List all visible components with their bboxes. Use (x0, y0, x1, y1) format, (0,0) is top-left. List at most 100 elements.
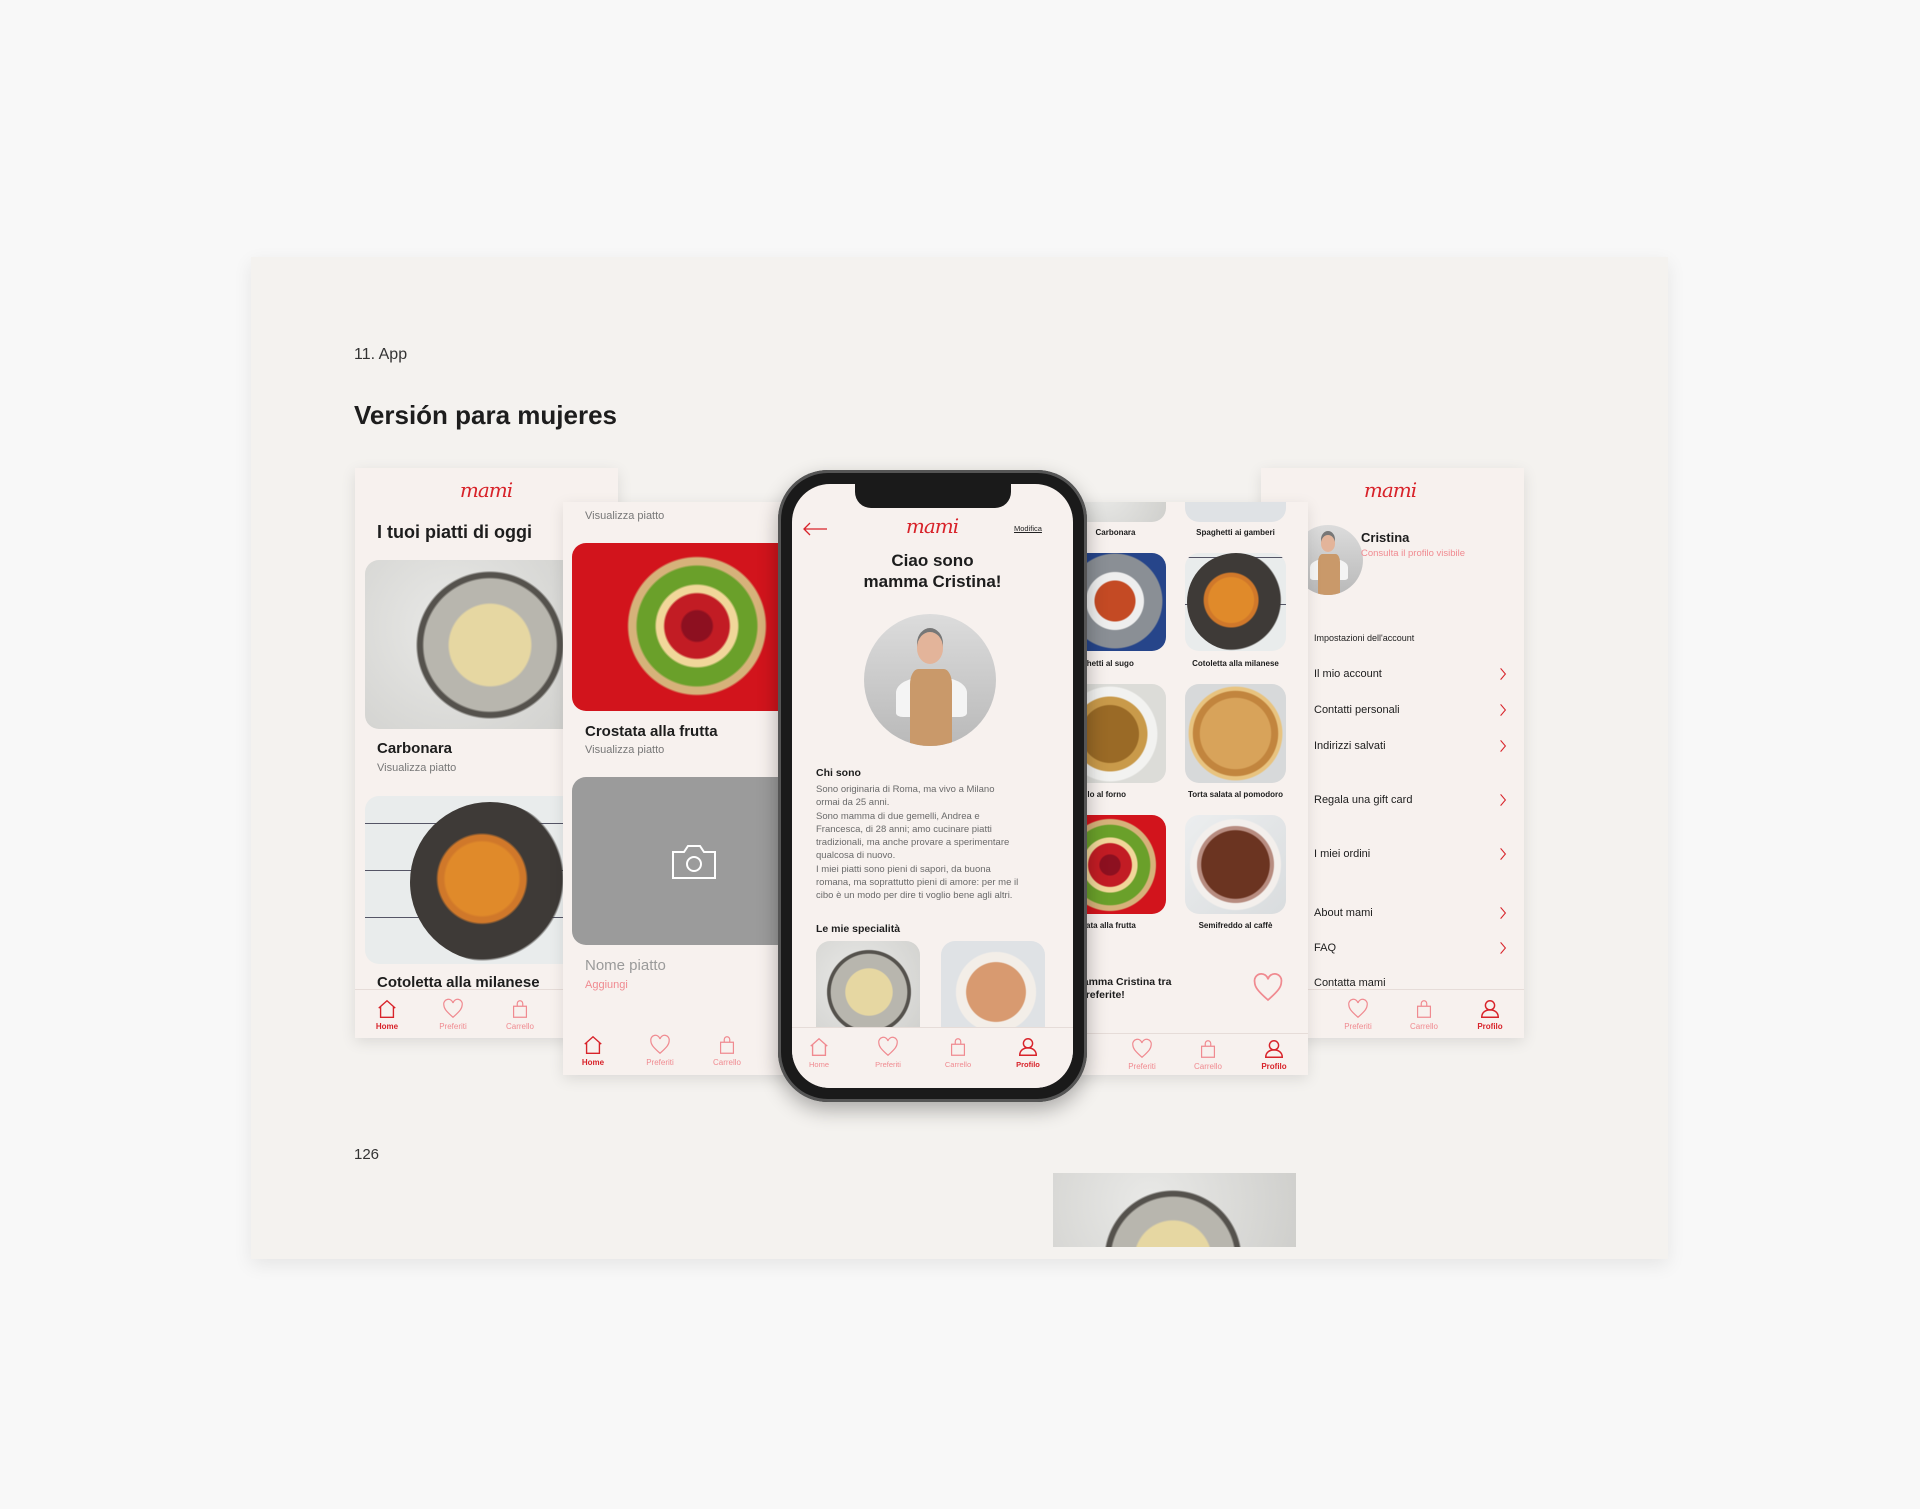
nav-label: Preferiti (1128, 1062, 1156, 1071)
chevron-right-icon[interactable] (1499, 906, 1507, 920)
nav-label: Carrello (505, 1022, 534, 1031)
bag-icon (1197, 1038, 1219, 1060)
dish-label[interactable]: Spaghetti ai gamberi (1175, 528, 1296, 537)
dish-label[interactable]: Semifreddo al caffè (1175, 921, 1296, 930)
nav-favorites[interactable]: Preferiti (858, 1036, 918, 1069)
nav-profile[interactable]: Profilo (1244, 1038, 1304, 1071)
greeting-line: mamma Cristina! (863, 572, 1002, 591)
dish-label[interactable]: Torta salata al pomodoro (1175, 790, 1296, 799)
nav-cart[interactable]: Carrello (1178, 1038, 1238, 1071)
nav-cart[interactable]: Carrello (490, 998, 550, 1031)
menu-about[interactable]: About mami (1314, 907, 1373, 919)
nav-cart[interactable]: Carrello (697, 1034, 757, 1067)
chevron-right-icon[interactable] (1499, 793, 1507, 807)
dish-label[interactable]: Cotoletta alla milanese (1175, 659, 1296, 668)
view-dish-link[interactable]: Visualizza piatto (377, 762, 456, 774)
nav-label: Carrello (944, 1060, 972, 1069)
bag-icon (716, 1034, 738, 1056)
nav-label: Home (808, 1060, 829, 1069)
view-dish-link[interactable]: Visualizza piatto (585, 744, 664, 756)
user-icon (1479, 998, 1501, 1020)
about-text: Sono originaria di Roma, ma vivo a Milan… (816, 784, 1019, 902)
camera-icon (672, 845, 716, 879)
bottom-nav: Preferiti Carrello Profilo (1065, 1033, 1308, 1075)
bag-icon (509, 998, 531, 1020)
specialty-image-gamberi[interactable] (941, 941, 1045, 1041)
nav-label: Carrello (1409, 1022, 1438, 1031)
nav-cart[interactable]: Carrello (1394, 998, 1454, 1031)
nav-favorites[interactable]: Preferiti (630, 1034, 690, 1067)
view-dish-link[interactable]: Visualizza piatto (585, 510, 664, 522)
dish-name[interactable]: Crostata alla frutta (585, 723, 718, 740)
nav-label: Preferiti (646, 1058, 674, 1067)
add-dish-link[interactable]: Aggiungi (585, 979, 628, 991)
back-arrow-icon[interactable] (802, 522, 828, 536)
chevron-right-icon[interactable] (1499, 667, 1507, 681)
menu-personal-contacts[interactable]: Contatti personali (1314, 704, 1400, 716)
menu-faq[interactable]: FAQ (1314, 942, 1336, 954)
menu-gift-card[interactable]: Regala una gift card (1314, 794, 1412, 806)
page-title: Versión para mujeres (354, 400, 618, 430)
menu-saved-addresses[interactable]: Indirizzi salvati (1314, 740, 1386, 752)
logo: mami (905, 514, 959, 538)
chevron-right-icon[interactable] (1499, 941, 1507, 955)
chevron-right-icon[interactable] (1499, 703, 1507, 717)
dish-name-field[interactable]: Nome piatto (585, 957, 666, 974)
nav-favorites[interactable]: Preferiti (1328, 998, 1388, 1031)
user-name: Cristina (1361, 530, 1410, 545)
add-favorite-heart-icon[interactable] (1251, 972, 1285, 1004)
greeting-title: Ciao sono mamma Cristina! (792, 550, 1073, 592)
nav-favorites[interactable]: Preferiti (1112, 1038, 1172, 1071)
dish-image[interactable] (1185, 502, 1286, 522)
view-profile-link[interactable]: Consulta il profilo visibile (1361, 548, 1465, 559)
heart-icon (1347, 998, 1369, 1020)
page-number: 126 (354, 1146, 380, 1163)
home-icon (808, 1036, 830, 1058)
nav-profile[interactable]: Profilo (1460, 998, 1520, 1031)
user-icon (1263, 1038, 1285, 1060)
section-label: 11. App (354, 346, 408, 363)
screen-specialties-grid: Carbonara Spaghetti ai gamberi Spaghetti… (1065, 502, 1308, 1075)
nav-label: Carrello (1193, 1062, 1222, 1071)
nav-home[interactable]: Home (792, 1036, 849, 1069)
greeting-line: Ciao sono (891, 551, 974, 570)
logo: mami (1363, 478, 1417, 502)
bag-icon (1413, 998, 1435, 1020)
chevron-right-icon[interactable] (1499, 739, 1507, 753)
user-icon (1017, 1036, 1039, 1058)
phone-mockup: mami Modifica Ciao sono mamma Cristina! C… (778, 470, 1087, 1102)
nav-label: Profilo (1261, 1062, 1287, 1071)
nav-cart[interactable]: Carrello (928, 1036, 988, 1069)
nav-label: Profilo (1016, 1060, 1040, 1069)
dish-image-semifreddo[interactable] (1185, 815, 1286, 914)
nav-label: Preferiti (439, 1022, 467, 1031)
about-title: Chi sono (816, 767, 861, 779)
home-title: I tuoi piatti di oggi (377, 522, 532, 542)
nav-home[interactable]: Home (357, 998, 417, 1031)
menu-my-account[interactable]: Il mio account (1314, 668, 1382, 680)
dish-name[interactable]: Carbonara (377, 740, 452, 757)
nav-label: Home (581, 1058, 605, 1067)
nav-label: Preferiti (1344, 1022, 1372, 1031)
avatar (864, 614, 996, 746)
bag-icon (947, 1036, 969, 1058)
screen-public-profile: mami Modifica Ciao sono mamma Cristina! C… (792, 484, 1073, 1088)
nav-favorites[interactable]: Preferiti (423, 998, 483, 1031)
dish-image-cotoletta[interactable] (1185, 553, 1286, 651)
dish-image-carbonara[interactable] (365, 560, 585, 729)
specialty-image-carbonara[interactable] (816, 941, 920, 1041)
dish-image-cotoletta[interactable] (365, 796, 585, 964)
chevron-right-icon[interactable] (1499, 847, 1507, 861)
nav-profile[interactable]: Profilo (998, 1036, 1058, 1069)
heart-icon (877, 1036, 899, 1058)
heart-icon (1131, 1038, 1153, 1060)
nav-label: Profilo (1477, 1022, 1503, 1031)
logo: mami (459, 478, 513, 502)
dish-image-carbonara-preview (1053, 1173, 1296, 1247)
home-icon (582, 1034, 604, 1056)
menu-orders[interactable]: I miei ordini (1314, 848, 1370, 860)
dish-image-torta[interactable] (1185, 684, 1286, 783)
nav-home[interactable]: Home (563, 1034, 623, 1067)
menu-contact[interactable]: Contatta mami (1314, 977, 1386, 989)
edit-link[interactable]: Modifica (1014, 524, 1042, 533)
